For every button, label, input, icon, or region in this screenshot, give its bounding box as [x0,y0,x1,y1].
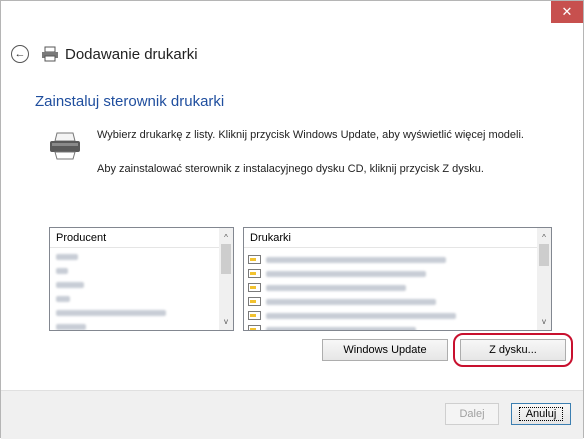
driver-icon [248,283,261,292]
title-bar: ✕ [1,1,583,33]
manufacturer-list[interactable]: Producent ^ v [49,227,234,331]
list-item[interactable] [56,254,78,260]
scroll-down-icon[interactable]: v [219,314,233,328]
list-header-divider [50,247,219,248]
driver-icon [248,325,261,330]
list-item[interactable] [266,327,416,330]
driver-icon [248,269,261,278]
close-icon: ✕ [561,4,573,19]
wizard-content: Zainstaluj sterownik drukarki Wybierz dr… [17,81,573,374]
printer-icon [42,46,58,62]
cancel-button[interactable]: Anuluj [511,403,571,425]
list-item[interactable] [56,296,70,302]
wizard-title: Dodawanie drukarki [65,45,198,63]
instruction-line-2: Aby zainstalować sterownik z instalacyjn… [97,163,484,175]
list-header-divider [244,247,537,248]
instruction-line-1: Wybierz drukarkę z listy. Kliknij przyci… [97,129,524,141]
list-item[interactable] [56,324,86,330]
list-item[interactable] [266,313,456,319]
printer-scrollbar[interactable]: ^ v [537,228,551,330]
manufacturer-list-header: Producent [56,232,107,244]
driver-icon [248,297,261,306]
nav-row: ← Dodawanie drukarki [11,41,198,67]
printer-large-icon [50,132,80,160]
list-item[interactable] [56,268,68,274]
windows-update-button[interactable]: Windows Update [322,339,448,361]
cancel-button-label: Anuluj [518,407,564,421]
driver-icon [248,311,261,320]
back-arrow-icon: ← [14,48,26,60]
printer-list-header: Drukarki [250,232,291,244]
scroll-thumb[interactable] [539,244,549,266]
back-button[interactable]: ← [11,45,29,63]
scroll-thumb[interactable] [221,244,231,274]
close-button[interactable]: ✕ [551,1,583,23]
manufacturer-scrollbar[interactable]: ^ v [219,228,233,330]
list-item[interactable] [56,310,166,316]
list-item[interactable] [266,285,406,291]
list-item[interactable] [266,271,426,277]
page-heading: Zainstaluj sterownik drukarki [35,93,225,110]
driver-icon [248,255,261,264]
next-button[interactable]: Dalej [445,403,499,425]
list-item[interactable] [56,282,84,288]
scroll-up-icon[interactable]: ^ [537,230,551,244]
highlight-outline [453,333,573,367]
scroll-down-icon[interactable]: v [537,314,551,328]
add-printer-window: ✕ ← Dodawanie drukarki Zainstaluj sterow… [0,0,584,439]
wizard-footer: Dalej Anuluj [1,390,583,439]
scroll-up-icon[interactable]: ^ [219,230,233,244]
printer-list[interactable]: Drukarki ^ v [243,227,552,331]
list-item[interactable] [266,299,436,305]
list-item[interactable] [266,257,446,263]
